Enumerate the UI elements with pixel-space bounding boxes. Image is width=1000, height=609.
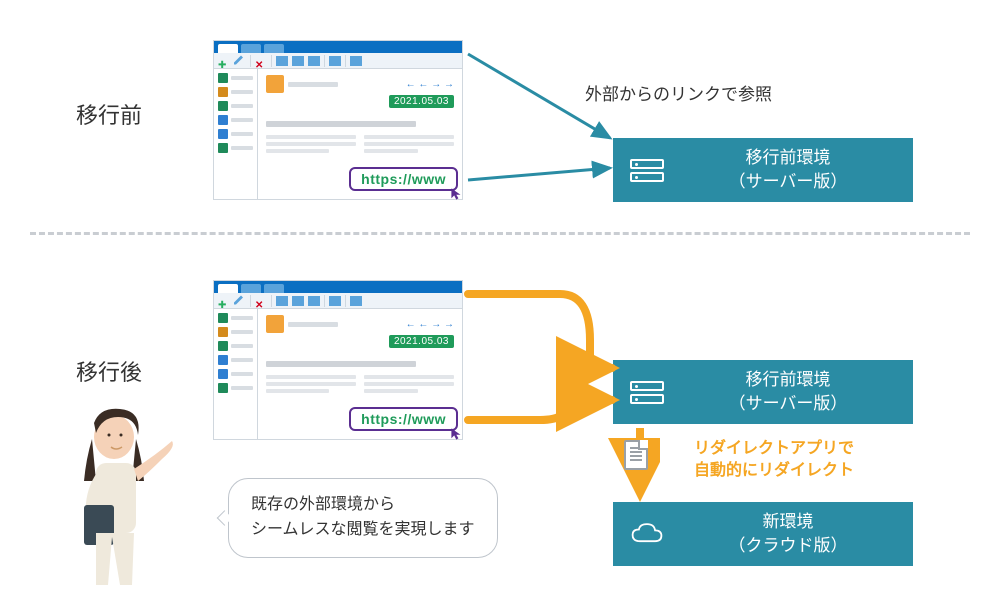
plus-icon — [218, 55, 230, 67]
toolbar-icon — [308, 296, 320, 306]
window-tabs — [214, 41, 462, 53]
env-subtitle: （クラウド版） — [729, 536, 848, 555]
list-item — [218, 313, 253, 323]
list-item — [218, 129, 253, 139]
plus-icon — [218, 295, 230, 307]
person-illustration — [56, 405, 186, 585]
app-mock-after: ← ← → → 2021.05.03 https://www — [213, 280, 463, 440]
speech-bubble: 既存の外部環境から シームレスな閲覧を実現します — [228, 478, 498, 558]
env-box-after-server: 移行前環境 （サーバー版） — [613, 360, 913, 424]
arrows-before — [460, 40, 630, 210]
list-item — [218, 327, 253, 337]
toolbar-icon — [308, 56, 320, 66]
section-label-before: 移行前 — [76, 98, 142, 130]
toolbar-icon — [329, 56, 341, 66]
date-badge: 2021.05.03 — [389, 335, 454, 348]
document-icon — [624, 440, 648, 470]
list-item — [218, 143, 253, 153]
url-box: https://www — [349, 407, 458, 431]
external-link-note: 外部からのリンクで参照 — [585, 80, 772, 105]
server-icon — [629, 154, 665, 186]
url-box: https://www — [349, 167, 458, 191]
delete-icon — [255, 295, 267, 307]
speech-line1: 既存の外部環境から — [251, 496, 395, 513]
env-subtitle: （サーバー版） — [729, 394, 848, 413]
list-item — [218, 355, 253, 365]
section-label-after: 移行後 — [76, 355, 142, 387]
env-title: 移行前環境 — [746, 370, 831, 389]
nav-arrows-icon: ← ← → → — [406, 319, 454, 330]
edit-icon — [234, 295, 246, 307]
toolbar-icon — [276, 296, 288, 306]
speech-line2: シームレスな閲覧を実現します — [251, 521, 475, 538]
list-item — [218, 87, 253, 97]
list-item — [218, 101, 253, 111]
nav-arrows-icon: ← ← → → — [406, 79, 454, 90]
section-divider — [30, 232, 970, 235]
server-icon — [629, 376, 665, 408]
list-item — [218, 341, 253, 351]
toolbar-icon — [276, 56, 288, 66]
app-toolbar — [214, 293, 462, 309]
list-item — [218, 383, 253, 393]
toolbar-icon — [329, 296, 341, 306]
env-title: 新環境 — [763, 512, 814, 531]
content-pane: ← ← → → 2021.05.03 https://www — [258, 69, 462, 199]
avatar-icon — [266, 315, 284, 333]
content-pane: ← ← → → 2021.05.03 https://www — [258, 309, 462, 439]
diagram-canvas: 移行前 移行後 — [0, 0, 1000, 609]
toolbar-icon — [350, 296, 362, 306]
cursor-icon — [450, 187, 464, 201]
app-mock-before: ← ← → → 2021.05.03 https://www — [213, 40, 463, 200]
list-item — [218, 115, 253, 125]
toolbar-icon — [292, 296, 304, 306]
date-badge: 2021.05.03 — [389, 95, 454, 108]
list-item — [218, 369, 253, 379]
window-tabs — [214, 281, 462, 293]
cloud-icon — [629, 518, 665, 550]
sidebar — [214, 309, 258, 439]
delete-icon — [255, 55, 267, 67]
redirect-note: リダイレクトアプリで自動的にリダイレクト — [694, 438, 854, 481]
toolbar-icon — [350, 56, 362, 66]
env-title: 移行前環境 — [746, 148, 831, 167]
cursor-icon — [450, 427, 464, 441]
env-box-before-server: 移行前環境 （サーバー版） — [613, 138, 913, 202]
toolbar-icon — [292, 56, 304, 66]
avatar-icon — [266, 75, 284, 93]
env-subtitle: （サーバー版） — [729, 172, 848, 191]
env-box-after-cloud: 新環境 （クラウド版） — [613, 502, 913, 566]
sidebar — [214, 69, 258, 199]
edit-icon — [234, 55, 246, 67]
app-toolbar — [214, 53, 462, 69]
list-item — [218, 73, 253, 83]
